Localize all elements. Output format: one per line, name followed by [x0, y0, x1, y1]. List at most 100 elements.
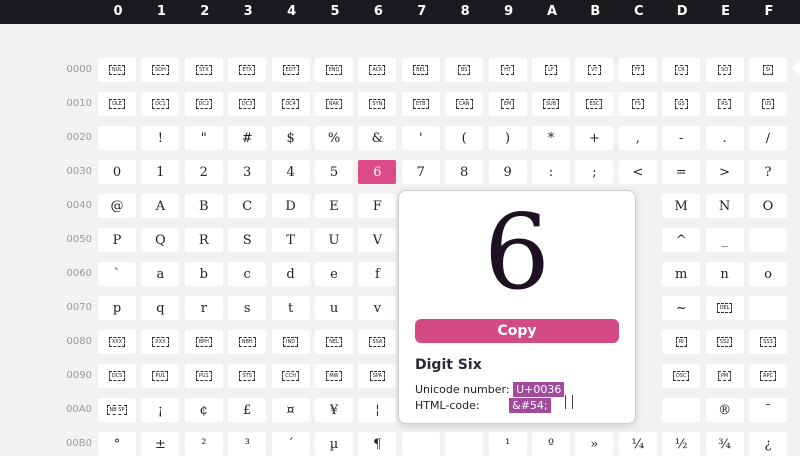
char-cell[interactable]: s	[228, 296, 267, 320]
char-cell[interactable]: ¶	[358, 432, 397, 456]
selected-char-cell[interactable]: 6	[358, 160, 397, 184]
char-cell[interactable]: PM	[705, 364, 744, 388]
char-cell[interactable]: n	[705, 262, 744, 286]
char-cell[interactable]: O	[749, 194, 787, 218]
char-cell[interactable]: NEL	[315, 330, 353, 354]
char-cell[interactable]: A	[141, 194, 180, 218]
char-cell[interactable]: m	[662, 262, 701, 286]
char-cell[interactable]: DCS	[98, 364, 136, 388]
char-cell[interactable]: R	[184, 228, 223, 252]
char-cell[interactable]: ±	[141, 432, 180, 456]
char-cell[interactable]: NAK	[315, 92, 353, 116]
char-cell[interactable]: STX	[184, 58, 223, 82]
char-cell[interactable]: IND	[271, 330, 310, 354]
char-cell[interactable]: ´	[271, 432, 310, 456]
char-cell[interactable]: SUB	[532, 92, 570, 116]
char-cell[interactable]: STS	[228, 364, 267, 388]
char-cell[interactable]: !	[141, 126, 180, 150]
char-cell[interactable]: »	[575, 432, 614, 456]
char-cell[interactable]: ¤	[271, 398, 310, 422]
char-cell[interactable]: -	[662, 126, 701, 150]
copy-button[interactable]: Copy	[415, 319, 619, 343]
char-cell[interactable]: b	[184, 262, 223, 286]
char-cell[interactable]: XXX	[141, 330, 180, 354]
char-cell[interactable]: DC2	[184, 92, 223, 116]
char-cell[interactable]: .	[705, 126, 744, 150]
char-cell[interactable]: HT	[488, 58, 527, 82]
char-cell[interactable]: E	[315, 194, 353, 218]
scroll-arrow-icon[interactable]	[792, 60, 800, 76]
char-cell[interactable]: LF	[532, 58, 570, 82]
char-cell[interactable]: NB SP	[98, 398, 136, 422]
char-cell[interactable]: ³	[228, 432, 267, 456]
char-cell[interactable]: o	[749, 262, 787, 286]
char-cell[interactable]: 7	[401, 160, 440, 184]
char-cell[interactable]: XXX	[98, 330, 136, 354]
char-cell[interactable]: NUL	[98, 58, 136, 82]
char-cell[interactable]: 5	[315, 160, 353, 184]
char-cell[interactable]	[662, 398, 701, 422]
char-cell[interactable]: <	[618, 160, 657, 184]
char-cell[interactable]: DLE	[98, 92, 136, 116]
char-cell[interactable]: '	[401, 126, 440, 150]
char-cell[interactable]: ENQ	[315, 58, 353, 82]
char-cell[interactable]: 3	[228, 160, 267, 184]
char-cell[interactable]: DC3	[228, 92, 267, 116]
char-cell[interactable]: º	[532, 432, 570, 456]
char-cell[interactable]: ,	[618, 126, 657, 150]
char-cell[interactable]: t	[271, 296, 310, 320]
unicode-number-value[interactable]: U+0036	[513, 382, 565, 397]
char-cell[interactable]: SOH	[141, 58, 180, 82]
char-cell[interactable]: 0	[98, 160, 136, 184]
char-cell[interactable]: F	[358, 194, 397, 218]
char-cell[interactable]: SI	[749, 58, 787, 82]
char-cell[interactable]: OSC	[662, 364, 701, 388]
char-cell[interactable]: ?	[749, 160, 787, 184]
char-cell[interactable]: RI	[662, 330, 701, 354]
char-cell[interactable]: £	[228, 398, 267, 422]
char-cell[interactable]: ¡	[141, 398, 180, 422]
char-cell[interactable]: ETB	[401, 92, 440, 116]
char-cell[interactable]: _	[705, 228, 744, 252]
char-cell[interactable]: GS	[662, 92, 701, 116]
char-cell[interactable]: @	[98, 194, 136, 218]
char-cell[interactable]: u	[315, 296, 353, 320]
char-cell[interactable]: ¿	[749, 432, 787, 456]
char-cell[interactable]	[98, 126, 136, 150]
char-cell[interactable]: PU2	[184, 364, 223, 388]
char-cell[interactable]: ¼	[618, 432, 657, 456]
char-cell[interactable]: PU1	[141, 364, 180, 388]
char-cell[interactable]: ¦	[358, 398, 397, 422]
char-cell[interactable]: %	[315, 126, 353, 150]
char-cell[interactable]: +	[575, 126, 614, 150]
char-cell[interactable]: ¹	[488, 432, 527, 456]
char-cell[interactable]: MW	[315, 364, 353, 388]
char-cell[interactable]: NBH	[228, 330, 267, 354]
char-cell[interactable]: ¾	[705, 432, 744, 456]
char-cell[interactable]: APC	[749, 364, 787, 388]
char-cell[interactable]: EM	[488, 92, 527, 116]
char-cell[interactable]: *	[532, 126, 570, 150]
char-cell[interactable]: ½	[662, 432, 701, 456]
char-cell[interactable]: q	[141, 296, 180, 320]
char-cell[interactable]: :	[532, 160, 570, 184]
char-cell[interactable]: 2	[184, 160, 223, 184]
char-cell[interactable]: ETX	[228, 58, 267, 82]
char-cell[interactable]: SS2	[705, 330, 744, 354]
char-cell[interactable]: v	[358, 296, 397, 320]
char-cell[interactable]: CAN	[445, 92, 484, 116]
char-cell[interactable]: &	[358, 126, 397, 150]
char-cell[interactable]: B	[184, 194, 223, 218]
char-cell[interactable]: ;	[575, 160, 614, 184]
char-cell[interactable]: /	[749, 126, 787, 150]
char-cell[interactable]: EOT	[271, 58, 310, 82]
char-cell[interactable]: c	[228, 262, 267, 286]
char-cell[interactable]: DEL	[705, 296, 744, 320]
char-cell[interactable]: N	[705, 194, 744, 218]
char-cell[interactable]: US	[749, 92, 787, 116]
char-cell[interactable]: ²	[184, 432, 223, 456]
char-cell[interactable]: #	[228, 126, 267, 150]
char-cell[interactable]: 1	[141, 160, 180, 184]
char-cell[interactable]: SSA	[358, 330, 397, 354]
char-cell[interactable]: 8	[445, 160, 484, 184]
